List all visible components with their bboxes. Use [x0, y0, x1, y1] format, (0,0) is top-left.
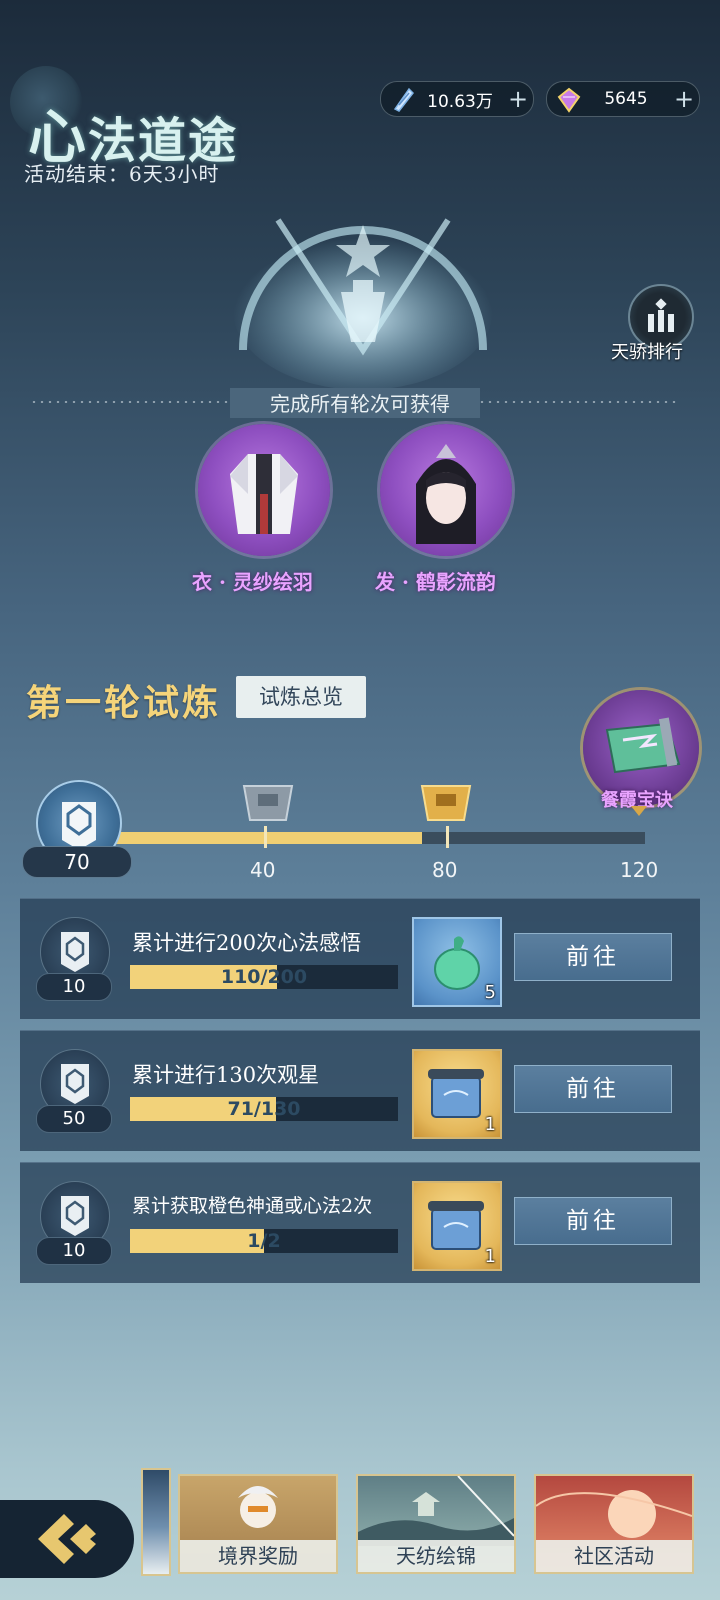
- reward-robe[interactable]: [198, 424, 330, 556]
- reward-hairstyle[interactable]: [380, 424, 512, 556]
- task-reward-item[interactable]: 1: [412, 1181, 502, 1271]
- back-button[interactable]: [0, 1500, 134, 1578]
- reward-caption: 完成所有轮次可获得: [270, 392, 450, 416]
- task-description: 累计进行200次心法感悟: [132, 931, 362, 955]
- nav-community-events[interactable]: 社区活动: [534, 1474, 694, 1574]
- crystal-add-button[interactable]: +: [503, 85, 533, 113]
- task-go-button[interactable]: 前往: [514, 1065, 672, 1113]
- gem-add-button[interactable]: +: [669, 85, 699, 113]
- task-description: 累计获取橙色神通或心法2次: [132, 1195, 373, 1217]
- task-row: 50 累计进行130次观星 71/130 1 前往: [20, 1030, 700, 1151]
- nav-heavenly-weaving-label: 天纺绘锦: [358, 1540, 514, 1572]
- reward-hairstyle-name: 发 · 鹤影流韵: [375, 570, 496, 594]
- task-progress-bar: 71/130: [130, 1097, 398, 1121]
- purple-gem-icon: [555, 85, 583, 113]
- task-progress-bar: 110/200: [130, 965, 398, 989]
- task-description: 累计进行130次观星: [132, 1063, 320, 1087]
- task-progress-text: 1/2: [247, 1230, 281, 1252]
- gem-amount: 5645: [604, 89, 648, 109]
- task-points: 10: [36, 973, 112, 1001]
- milestone-label-80: 80: [432, 858, 458, 882]
- task-reward-item[interactable]: 5: [412, 917, 502, 1007]
- milestone-chest-40[interactable]: [240, 780, 296, 828]
- task-points: 10: [36, 1237, 112, 1265]
- crystal-amount: 10.63万: [427, 91, 493, 112]
- milestone-label-120: 120: [620, 858, 659, 882]
- nav-heavenly-weaving[interactable]: 天纺绘锦: [356, 1474, 516, 1574]
- current-score: 70: [22, 846, 132, 878]
- milestone-chest-80[interactable]: [418, 780, 474, 828]
- task-progress-text: 71/130: [227, 1098, 301, 1120]
- currency-crystal[interactable]: 10.63万 +: [380, 81, 534, 117]
- nav-card-partial[interactable]: [141, 1468, 171, 1576]
- gold-chest-icon: [418, 785, 474, 828]
- milestone-label-40: 40: [250, 858, 276, 882]
- hairstyle-portrait-icon: [380, 444, 512, 556]
- feather-crystal-icon: [389, 85, 417, 113]
- nav-realm-rewards-label: 境界奖励: [180, 1540, 336, 1572]
- sect-emblem-decoration: [218, 200, 508, 390]
- event-countdown: 活动结束：6天3小时: [24, 162, 220, 186]
- reward-robe-name: 衣 · 灵纱绘羽: [192, 570, 313, 594]
- task-progress-bar: 1/2: [130, 1229, 398, 1253]
- milestone-tick-80: [446, 826, 449, 848]
- robe-outfit-icon: [198, 454, 330, 556]
- final-reward-pin: [631, 806, 647, 816]
- task-progress-text: 110/200: [220, 966, 308, 988]
- nav-realm-rewards[interactable]: 境界奖励: [178, 1474, 338, 1574]
- task-reward-count: 1: [484, 1246, 496, 1267]
- task-reward-item[interactable]: 1: [412, 1049, 502, 1139]
- round-title: 第一轮试炼: [26, 682, 222, 724]
- task-go-button[interactable]: 前往: [514, 1197, 672, 1245]
- back-arrow-icon: [0, 1514, 134, 1582]
- trial-overview-button[interactable]: 试炼总览: [236, 676, 366, 718]
- task-points: 50: [36, 1105, 112, 1133]
- silver-chest-icon: [240, 785, 296, 828]
- task-row: 10 累计进行200次心法感悟 110/200 5 前往: [20, 898, 700, 1019]
- nav-community-events-label: 社区活动: [536, 1540, 692, 1572]
- task-reward-count: 5: [484, 982, 496, 1003]
- task-reward-count: 1: [484, 1114, 496, 1135]
- milestone-tick-40: [264, 826, 267, 848]
- task-row: 10 累计获取橙色神通或心法2次 1/2 1 前往: [20, 1162, 700, 1283]
- ranking-label: 天骄排行: [611, 342, 683, 363]
- currency-gem[interactable]: 5645 +: [546, 81, 700, 117]
- task-go-button[interactable]: 前往: [514, 933, 672, 981]
